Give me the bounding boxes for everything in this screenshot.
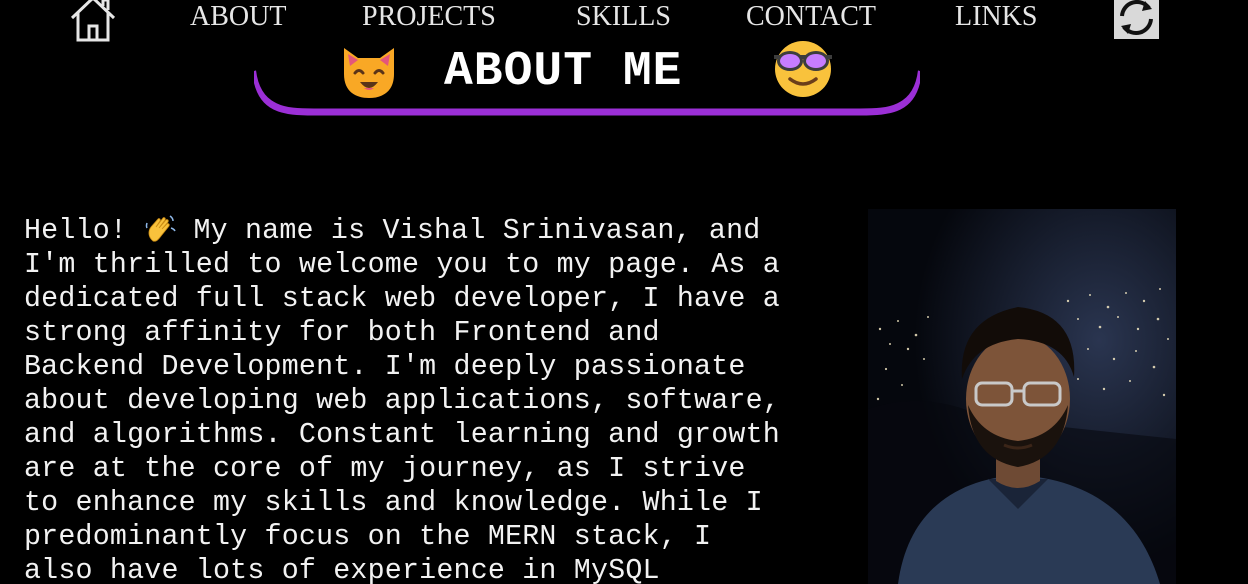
bio-line: Backend Development. I'm deeply passiona…	[24, 351, 746, 383]
bio-text: Hello!	[24, 215, 145, 247]
bio-line: Hello! My name is Vishal Srinivasan, and	[24, 214, 824, 248]
bio-text: My name is Vishal Srinivasan, and	[176, 215, 761, 247]
bio-line: to enhance my skills and knowledge. Whil…	[24, 487, 763, 519]
bio-line: are at the core of my journey, as I stri…	[24, 453, 746, 485]
bio-line: strong affinity for both Frontend and	[24, 317, 660, 349]
profile-photo	[868, 209, 1176, 584]
waving-hand-icon	[146, 215, 176, 242]
page-title: ABOUT ME	[444, 45, 683, 99]
bio-line: dedicated full stack web developer, I ha…	[24, 283, 780, 315]
about-bio: Hello! My name is Vishal Srinivasan, and…	[24, 214, 824, 584]
nav-link-links[interactable]: LINKS	[955, 1, 1037, 33]
nav-link-projects[interactable]: PROJECTS	[362, 1, 496, 33]
nav-link-skills[interactable]: SKILLS	[576, 1, 671, 33]
smiling-face-with-sunglasses-icon	[774, 41, 832, 97]
refresh-button[interactable]	[1114, 0, 1159, 39]
bio-line: predominantly focus on the MERN stack, I	[24, 521, 712, 553]
nav-link-contact[interactable]: CONTACT	[746, 1, 876, 33]
bio-line: about developing web applications, softw…	[24, 385, 780, 417]
home-icon[interactable]	[68, 0, 118, 42]
refresh-icon	[1120, 0, 1153, 35]
nav-link-about[interactable]: ABOUT	[190, 1, 286, 33]
cat-face-icon	[344, 48, 394, 98]
bio-line: also have lots of experience in MySQL	[24, 555, 660, 584]
profile-photo-illustration	[868, 209, 1176, 584]
bio-line: and algorithms. Constant learning and gr…	[24, 419, 780, 451]
bio-line: I'm thrilled to welcome you to my page. …	[24, 249, 780, 281]
